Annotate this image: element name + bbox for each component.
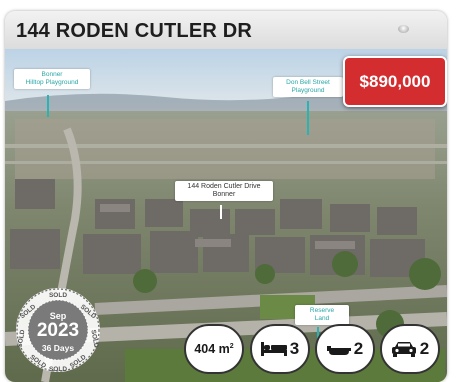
subject-property-line1: 144 Roden Cutler Drive — [187, 183, 261, 190]
reserve-land-line1: Reserve — [309, 307, 335, 314]
sold-ring-text-top: SOLD — [49, 292, 67, 299]
land-area-value: 404 m2 — [194, 342, 233, 356]
subject-property-label: 144 Roden Cutler Drive Bonner — [175, 181, 273, 201]
car-spaces-pill: 2 — [380, 324, 440, 374]
sold-ring-text-bottom: SOLD — [49, 366, 67, 373]
title-bar: 144 RODEN CUTLER DR — [5, 11, 447, 49]
reserve-land-label: Reserve Land — [295, 305, 349, 325]
bedrooms-count: 3 — [289, 339, 300, 358]
don-bell-playground-pin — [307, 101, 309, 135]
property-card[interactable]: 144 RODEN CUTLER DR Bonner Hilltop Playg… — [5, 11, 447, 382]
sold-ring-text-lower-left: SOLD — [28, 354, 47, 370]
car-icon — [391, 342, 416, 357]
subject-property-line2: Bonner — [212, 191, 236, 198]
bonner-playground-pin — [47, 95, 49, 117]
land-area-pill: 404 m2 — [184, 324, 244, 374]
subject-property-pin — [220, 205, 222, 219]
property-address: 144 RODEN CUTLER DR — [16, 20, 253, 42]
car-spaces-count: 2 — [419, 339, 430, 358]
price-badge[interactable]: $890,000 — [343, 56, 447, 107]
sold-stamp: SOLD SOLD SOLD SOLD SOLD SOLD SOLD SOLD … — [15, 287, 101, 373]
bonner-playground-line2: Hilltop Playground — [25, 79, 79, 86]
days-on-market: 36 Days — [41, 343, 75, 353]
don-bell-playground-line2: Playground — [291, 87, 325, 94]
don-bell-playground-line1: Don Bell Street — [286, 79, 330, 86]
sold-year: 2023 — [36, 320, 80, 341]
dot-icon — [398, 25, 409, 33]
bed-icon — [260, 342, 287, 356]
bedrooms-pill: 3 — [250, 324, 310, 374]
bath-icon — [326, 346, 351, 355]
land-area-number: 404 m — [194, 342, 230, 356]
bonner-playground-line1: Bonner — [41, 71, 63, 78]
reserve-land-line2: Land — [314, 315, 330, 322]
land-area-unit: 2 — [229, 342, 234, 350]
don-bell-playground-label: Don Bell Street Playground — [273, 77, 343, 97]
bathrooms-count: 2 — [353, 339, 364, 358]
bathrooms-pill: 2 — [315, 324, 375, 374]
sold-ring-text-lower-right: SOLD — [69, 354, 88, 370]
bonner-playground-label: Bonner Hilltop Playground — [14, 69, 90, 89]
